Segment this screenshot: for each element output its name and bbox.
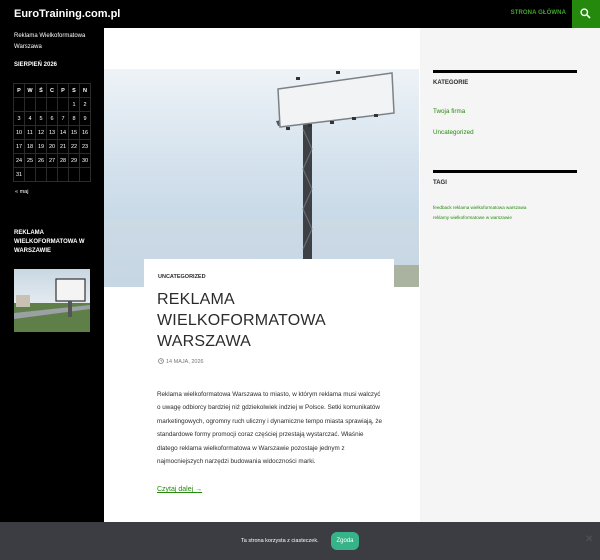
calendar-weekday: W <box>24 83 36 98</box>
calendar-day: 17 <box>13 139 25 154</box>
calendar-weekday: P <box>57 83 69 98</box>
calendar-day: 4 <box>24 111 36 126</box>
clock-icon <box>158 358 164 364</box>
tag-link[interactable]: reklamy wielkoformatowe w warszawie <box>433 215 512 220</box>
calendar-day <box>13 97 25 112</box>
billboard-image <box>104 71 419 287</box>
search-button[interactable] <box>572 0 600 28</box>
cookie-text: Ta strona korzysta z ciasteczek. <box>241 538 319 544</box>
calendar-day: 9 <box>79 111 91 126</box>
calendar-day: 15 <box>68 125 80 140</box>
calendar-day <box>35 167 47 182</box>
post-featured-image[interactable] <box>104 69 419 287</box>
category-link[interactable]: Twoja firma <box>433 108 465 115</box>
calendar-day: 31 <box>13 167 25 182</box>
tags-title: TAGI <box>433 180 447 186</box>
calendar-day: 18 <box>24 139 36 154</box>
calendar-day: 5 <box>35 111 47 126</box>
calendar-day <box>46 167 58 182</box>
calendar-day: 23 <box>79 139 91 154</box>
left-sidebar: Reklama Wielkoformatowa Warszawa SIERPIE… <box>0 28 104 560</box>
cookie-bar: Ta strona korzysta z ciasteczek. Zgoda ✕ <box>0 522 600 560</box>
sidebar-widget-title: REKLAMA WIELKOFORMATOWA W WARSZAWIE <box>14 230 85 254</box>
close-icon[interactable]: ✕ <box>585 534 593 545</box>
calendar-day: 27 <box>46 153 58 168</box>
billboard-thumbnail[interactable] <box>14 269 90 332</box>
calendar-day: 19 <box>35 139 47 154</box>
calendar-day: 29 <box>68 153 80 168</box>
calendar-day <box>79 167 91 182</box>
post-excerpt: Reklama wielkoformatowa Warszawa to mias… <box>157 391 383 466</box>
site-title[interactable]: EuroTraining.com.pl <box>14 8 120 20</box>
calendar-day: 1 <box>68 97 80 112</box>
calendar-weekday: P <box>13 83 25 98</box>
cookie-accept-button[interactable]: Zgoda <box>331 532 359 550</box>
calendar-day <box>57 97 69 112</box>
calendar-weekday: C <box>46 83 58 98</box>
site-tagline: Reklama Wielkoformatowa Warszawa <box>14 33 86 50</box>
calendar-title: SIERPIEŃ 2026 <box>14 62 58 68</box>
nav-item-home[interactable]: STRONA GŁÓWNA <box>511 10 566 16</box>
calendar-day <box>46 97 58 112</box>
calendar-day <box>24 97 36 112</box>
calendar-weekday: N <box>79 83 91 98</box>
post-category[interactable]: UNCATEGORIZED <box>158 274 206 280</box>
read-more-link[interactable]: Czytaj dalej → <box>157 486 202 493</box>
calendar-day: 14 <box>57 125 69 140</box>
calendar-day: 30 <box>79 153 91 168</box>
calendar-day: 12 <box>35 125 47 140</box>
calendar-day: 8 <box>68 111 80 126</box>
site-header: EuroTraining.com.pl STRONA GŁÓWNA <box>0 0 600 28</box>
calendar: PWŚCPSN 1 2 3 4 5 6 7 8 9 10 11 12 13 14 15 16 17 18 19 20 2… <box>13 83 91 182</box>
calendar-day <box>35 97 47 112</box>
tag-link[interactable]: feedback reklama wielkoformatowa warszaw… <box>433 205 526 210</box>
widget-divider <box>433 170 577 173</box>
calendar-day: 11 <box>24 125 36 140</box>
post-title[interactable]: REKLAMA WIELKOFORMATOWA WARSZAWA <box>157 289 387 352</box>
calendar-prev-link[interactable]: « maj <box>15 189 28 195</box>
widget-divider <box>433 70 577 73</box>
calendar-day <box>68 167 80 182</box>
calendar-day: 10 <box>13 125 25 140</box>
calendar-day <box>57 167 69 182</box>
calendar-day <box>24 167 36 182</box>
calendar-weekday: Ś <box>35 83 47 98</box>
calendar-day: 16 <box>79 125 91 140</box>
calendar-day: 13 <box>46 125 58 140</box>
calendar-day: 20 <box>46 139 58 154</box>
post-date[interactable]: 14 MAJA, 2026 <box>158 358 204 365</box>
calendar-day: 2 <box>79 97 91 112</box>
calendar-day: 25 <box>24 153 36 168</box>
calendar-weekday: S <box>68 83 80 98</box>
calendar-day: 3 <box>13 111 25 126</box>
calendar-day: 22 <box>68 139 80 154</box>
calendar-day: 26 <box>35 153 47 168</box>
calendar-day: 28 <box>57 153 69 168</box>
billboard-thumbnail-image <box>14 278 90 332</box>
search-icon <box>580 8 591 19</box>
calendar-day: 24 <box>13 153 25 168</box>
calendar-day: 7 <box>57 111 69 126</box>
calendar-day: 21 <box>57 139 69 154</box>
calendar-day: 6 <box>46 111 58 126</box>
category-link[interactable]: Uncategorized <box>433 129 474 136</box>
post-date-text: 14 MAJA, 2026 <box>166 359 204 365</box>
categories-title: KATEGORIE <box>433 80 469 86</box>
